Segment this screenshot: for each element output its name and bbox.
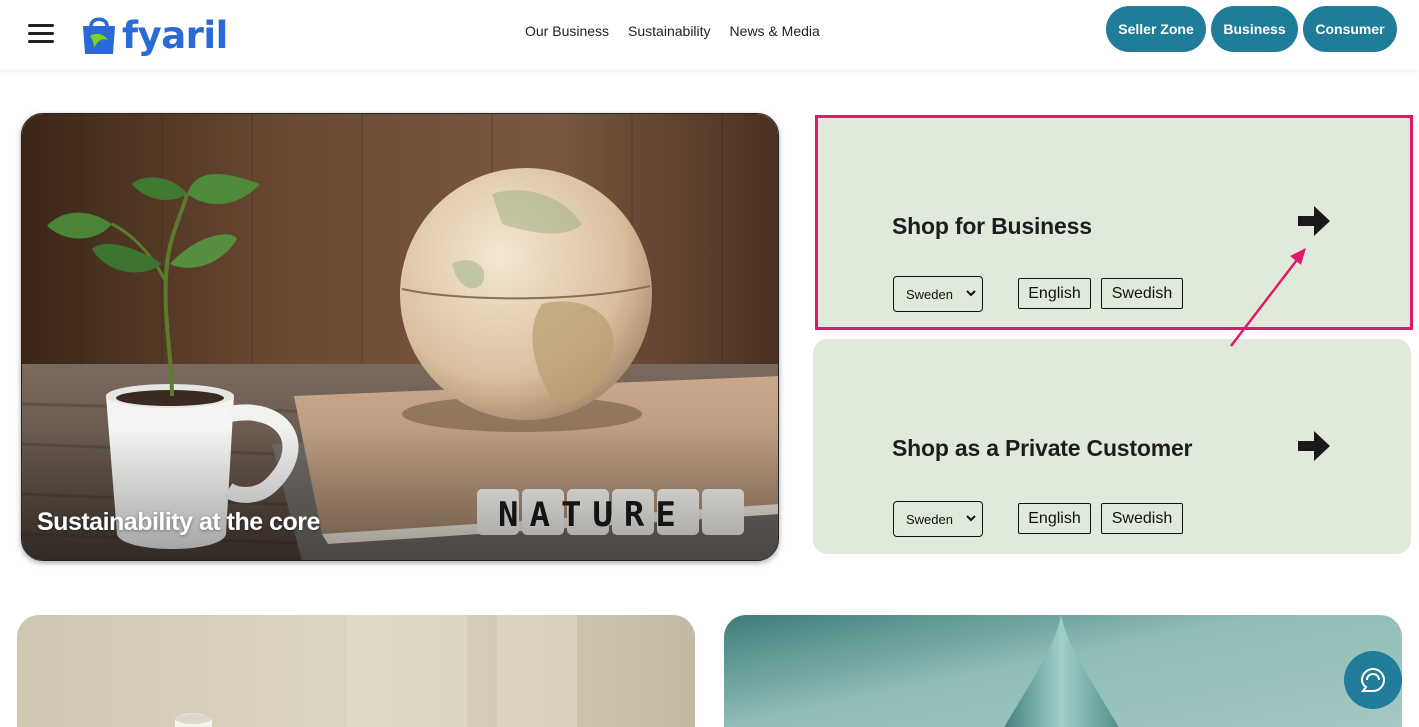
- arrow-right-icon[interactable]: [1296, 428, 1332, 464]
- logo-text: fyaril: [122, 13, 228, 57]
- country-select-value: Sweden: [906, 511, 953, 527]
- hero-caption: Sustainability at the core: [37, 508, 320, 536]
- chat-button[interactable]: [1344, 651, 1402, 709]
- swedish-button[interactable]: Swedish: [1101, 278, 1183, 309]
- country-select-value: Sweden: [906, 286, 953, 302]
- hero-image: NATURE: [22, 114, 778, 560]
- hamburger-menu-icon[interactable]: [28, 24, 56, 46]
- nav-news-media[interactable]: News & Media: [730, 23, 820, 39]
- country-select[interactable]: Sweden: [893, 501, 983, 537]
- nav-our-business[interactable]: Our Business: [525, 23, 609, 39]
- english-button[interactable]: English: [1018, 503, 1091, 534]
- english-button[interactable]: English: [1018, 278, 1091, 309]
- nav-sustainability[interactable]: Sustainability: [628, 23, 711, 39]
- seller-zone-button[interactable]: Seller Zone: [1106, 6, 1206, 52]
- shop-private-card: Shop as a Private Customer Sweden Englis…: [813, 339, 1411, 554]
- swedish-button[interactable]: Swedish: [1101, 503, 1183, 534]
- chevron-down-icon: [966, 290, 976, 297]
- shop-private-title: Shop as a Private Customer: [892, 435, 1193, 461]
- logo[interactable]: fyaril: [80, 8, 228, 62]
- consumer-button[interactable]: Consumer: [1303, 6, 1397, 52]
- bottom-left-image: [17, 615, 695, 727]
- bottom-card-right[interactable]: [724, 615, 1402, 727]
- shop-business-card: Shop for Business Sweden English Swedish: [815, 115, 1413, 330]
- arrow-right-icon[interactable]: [1296, 203, 1332, 239]
- shop-business-title: Shop for Business: [892, 213, 1092, 239]
- business-button[interactable]: Business: [1211, 6, 1298, 52]
- shopping-bag-logo-icon: [83, 17, 115, 54]
- country-select[interactable]: Sweden: [893, 276, 983, 312]
- chat-icon: [1360, 667, 1386, 692]
- bottom-card-left[interactable]: [17, 615, 695, 727]
- chevron-down-icon: [966, 515, 976, 522]
- sustainability-hero-card[interactable]: NATURE Sustainability at the core: [21, 113, 779, 561]
- main-nav: Our Business Sustainability News & Media: [525, 23, 820, 39]
- bottom-right-image: [724, 615, 1402, 727]
- site-header: fyaril Our Business Sustainability News …: [0, 0, 1419, 70]
